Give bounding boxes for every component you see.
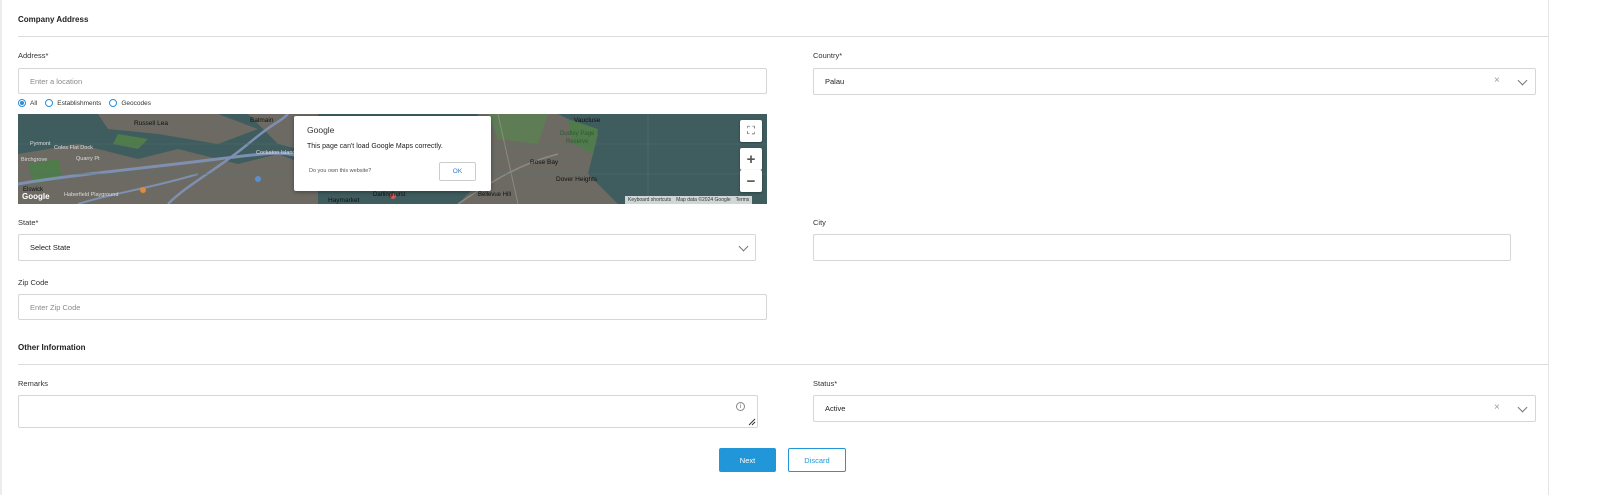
map-zoom-in-button[interactable]: + — [740, 148, 762, 170]
map-label-bellevue-hill: Bellevue Hill — [478, 192, 512, 198]
map-label-reserve: Reserve — [566, 139, 589, 145]
fullscreen-icon: ⛶ — [747, 124, 755, 137]
state-chevron-down-icon[interactable] — [738, 241, 749, 252]
other-information-divider — [18, 364, 1548, 365]
map-label-rose-bay: Rose Bay — [530, 159, 559, 166]
city-label: City — [813, 218, 826, 227]
zip-input[interactable]: Enter Zip Code — [18, 294, 767, 320]
company-address-title: Company Address — [18, 15, 89, 24]
resize-handle-icon[interactable] — [748, 418, 756, 426]
radio-establishments[interactable] — [45, 99, 54, 107]
country-chevron-down-icon[interactable] — [1517, 75, 1528, 86]
next-button[interactable]: Next — [719, 448, 776, 472]
right-frame-edge — [1548, 0, 1549, 495]
zip-placeholder: Enter Zip Code — [30, 302, 81, 312]
map-label-birchgrove: Birchgrove — [21, 157, 48, 163]
country-label: Country* — [813, 51, 843, 60]
minus-icon: − — [746, 172, 756, 190]
map-fullscreen-button[interactable]: ⛶ — [740, 120, 762, 142]
map-label-pyrmont: Pyrmont — [30, 141, 51, 147]
map-label-balmain: Balmain — [250, 117, 274, 124]
map-label-haymarket: Haymarket — [328, 197, 360, 204]
dialog-own-site-link[interactable]: Do you own this website? — [309, 168, 371, 174]
dialog-ok-button[interactable]: OK — [439, 162, 476, 181]
map-label-russell-lea: Russell Lea — [134, 120, 168, 127]
state-value: Select State — [30, 243, 71, 252]
address-input[interactable]: Enter a location — [18, 68, 767, 94]
radio-all-label: All — [30, 99, 38, 107]
left-frame-edge — [0, 0, 2, 495]
info-icon: i — [736, 402, 745, 411]
company-address-divider — [18, 36, 1548, 37]
status-label: Status* — [813, 379, 838, 388]
country-value: Palau — [825, 77, 845, 86]
keyboard-shortcuts-link[interactable]: Keyboard shortcuts — [628, 197, 671, 203]
map-zoom-out-button[interactable]: − — [740, 170, 762, 192]
map-label-coles-flat: Coles Flat Dock — [54, 145, 93, 151]
zip-label: Zip Code — [18, 278, 49, 287]
map-label-cockatoo: Cockatoo Island — [256, 150, 296, 156]
remarks-textarea[interactable]: i — [18, 395, 758, 428]
dialog-message: This page can't load Google Maps correct… — [307, 143, 443, 150]
city-input[interactable] — [813, 234, 1511, 261]
map-label-darlinghurst: Darlinghurst — [373, 192, 406, 198]
status-select[interactable]: Active × — [813, 395, 1536, 422]
map-data-text: Map data ©2024 Google — [676, 197, 731, 203]
map-attribution: Keyboard shortcuts Map data ©2024 Google… — [625, 196, 753, 204]
radio-geocodes[interactable] — [109, 99, 118, 107]
dialog-google-brand: Google — [307, 125, 335, 135]
country-select[interactable]: Palau × — [813, 68, 1536, 95]
state-label: State* — [18, 218, 39, 227]
terms-link[interactable]: Terms — [736, 197, 750, 203]
map-label-haberfield: Haberfield Playground — [64, 192, 119, 198]
map-label-dover-heights: Dover Heights — [556, 176, 598, 183]
discard-button[interactable]: Discard — [788, 448, 846, 472]
radio-geocodes-label: Geocodes — [121, 99, 151, 107]
status-chevron-down-icon[interactable] — [1517, 402, 1528, 413]
status-clear-icon[interactable]: × — [1494, 402, 1500, 413]
maps-error-dialog: Google This page can't load Google Maps … — [294, 116, 491, 191]
status-value: Active — [825, 404, 846, 413]
other-information-title: Other Information — [18, 343, 86, 352]
map-label-quarry-pt: Quarry Pt — [76, 156, 100, 162]
address-label: Address* — [18, 51, 49, 60]
state-select[interactable]: Select State — [18, 234, 756, 261]
map-label-dudley-page: Dudley Page — [560, 131, 595, 137]
radio-all[interactable] — [18, 99, 26, 107]
country-clear-icon[interactable]: × — [1494, 75, 1500, 86]
radio-establishments-label: Establishments — [57, 99, 102, 107]
place-type-radio-group: All Establishments Geocodes — [18, 99, 151, 107]
plus-icon: + — [746, 150, 756, 168]
google-logo: Google — [22, 192, 50, 201]
remarks-label: Remarks — [18, 379, 49, 388]
address-placeholder: Enter a location — [30, 76, 83, 86]
google-map[interactable]: Russell Lea Balmain Vaucluse Dudley Page… — [18, 114, 767, 204]
map-label-vaucluse: Vaucluse — [574, 117, 601, 124]
